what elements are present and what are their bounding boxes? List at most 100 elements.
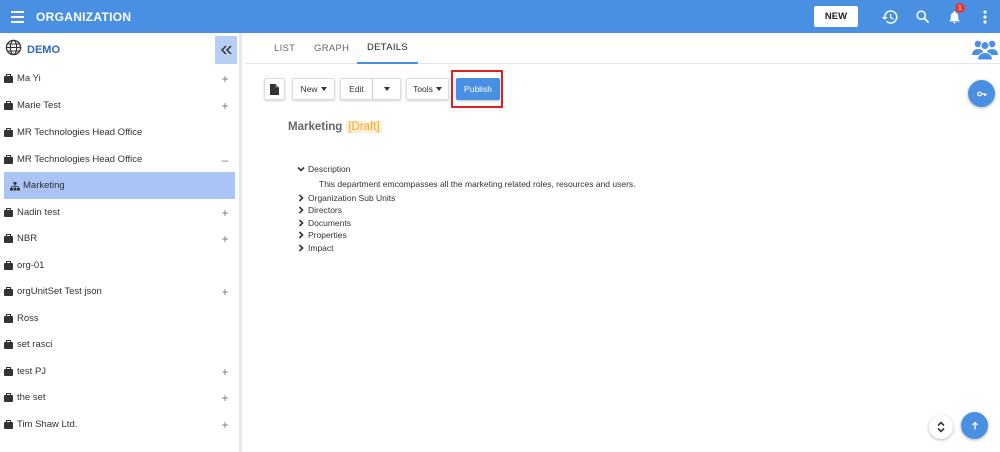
sidebar-header: DEMO [0,33,239,66]
new-label: New [300,84,318,94]
expand-icon[interactable]: + [218,99,232,113]
section-description[interactable]: Description [297,163,636,176]
expand-icon[interactable]: + [218,206,232,220]
bell-icon[interactable]: 1 [938,0,970,33]
tree-item-org-01[interactable]: org-01 [4,252,235,279]
expand-icon[interactable]: + [218,365,232,379]
chevron-down-icon [297,167,305,172]
publish-highlight-box: Publish [451,70,503,108]
section-documents[interactable]: Documents [297,217,636,230]
tree-item-label: orgUnitSet Test json [17,286,102,297]
tree-item-label: Ma Yi [17,73,41,84]
entity-name: Marketing [288,121,343,133]
section-organization-sub-units[interactable]: Organization Sub Units [297,192,636,205]
entity-title: Marketing [Draft] [288,121,382,133]
expand-icon[interactable]: + [218,418,232,432]
section-impact[interactable]: Impact [297,242,636,255]
chevron-right-icon [298,194,304,202]
tree-item-label: Marketing [23,180,65,191]
briefcase-icon [4,260,13,270]
tree-item-label: Tim Shaw Ltd. [17,419,78,430]
hierarchy-icon [10,181,20,190]
tree-item-label: the set [17,392,46,403]
edit-button[interactable]: Edit [340,78,373,100]
tree-item-ross[interactable]: Ross [4,305,235,332]
details-toolbar: New Edit Tools Publish [264,70,503,108]
key-action-button[interactable] [968,80,995,107]
new-dropdown-button[interactable]: New [292,78,335,100]
new-button[interactable]: NEW [814,6,858,27]
tree-item-label: MR Technologies Head Office [17,154,143,165]
briefcase-icon [4,392,13,402]
caret-down-icon [435,87,442,91]
tree-item-test-pj[interactable]: test PJ + [4,358,235,385]
history-icon[interactable] [874,0,906,33]
chevron-right-icon [298,244,304,252]
expand-icon[interactable]: + [218,391,232,405]
tree-item-label: Nadin test [17,207,60,218]
tree-item-nbr[interactable]: NBR + [4,225,235,252]
caret-down-icon [320,87,327,91]
briefcase-icon [4,154,13,164]
scroll-to-top-button[interactable] [961,412,988,439]
chevron-up-down-icon [937,421,945,433]
status-badge: [Draft] [346,121,382,133]
document-icon [270,83,279,95]
expand-icon[interactable]: + [218,72,232,86]
edit-dropdown-toggle[interactable] [373,78,401,100]
tree-item-marie-test[interactable]: Marie Test + [4,92,235,119]
briefcase-icon [4,339,13,349]
tab-graph[interactable]: GRAPH [314,33,349,64]
notification-badge: 1 [955,3,965,13]
section-directors[interactable]: Directors [297,204,636,217]
search-icon[interactable] [906,0,938,33]
main-content: LIST GRAPH DETAILS New Edit Tools Publis… [245,33,1000,452]
tree-item-label: set rasci [17,339,53,350]
document-button[interactable] [264,78,285,100]
tools-label: Tools [413,84,433,94]
description-text: This department emcompasses all the mark… [319,178,636,189]
tree-item-ma-yi[interactable]: Ma Yi + [4,65,235,92]
tree-item-marketing[interactable]: Marketing [4,172,235,199]
menu-icon[interactable] [0,0,34,33]
publish-button[interactable]: Publish [456,78,500,100]
expand-icon[interactable]: + [218,232,232,246]
sidebar: DEMO Ma Yi + Marie Test + MR Technologie… [0,33,242,452]
expand-icon[interactable]: + [218,285,232,299]
chevron-right-icon [298,206,304,214]
briefcase-icon [4,366,13,376]
users-icon[interactable] [972,37,998,61]
section-label: Impact [308,242,334,253]
briefcase-icon [4,419,13,429]
tree-item-orgunitset-test-json[interactable]: orgUnitSet Test json + [4,278,235,305]
tree-item-set-rasci[interactable]: set rasci [4,331,235,358]
tree-item-label: org-01 [17,260,45,271]
briefcase-icon [4,207,13,217]
briefcase-icon [4,73,13,83]
section-label: Documents [308,217,351,228]
tools-dropdown-button[interactable]: Tools [406,78,449,100]
scroll-toggle-button[interactable] [929,415,953,439]
briefcase-icon [4,286,13,296]
workspace-title: DEMO [27,43,60,56]
app-title: ORGANIZATION [36,9,132,24]
tree-item-mr-technologies-1[interactable]: MR Technologies Head Office [4,119,235,146]
key-icon [976,91,987,96]
tab-details[interactable]: DETAILS [357,33,418,64]
tree-item-label: Ross [17,313,39,324]
tree-item-tim-shaw-ltd[interactable]: Tim Shaw Ltd. + [4,411,235,438]
more-vert-icon[interactable] [970,0,1000,33]
tree-item-nadin-test[interactable]: Nadin test + [4,199,235,226]
top-bar-actions: NEW 1 [814,0,1000,33]
tree-item-the-set[interactable]: the set + [4,384,235,411]
double-chevron-left-icon [220,45,232,55]
collapse-sidebar-button[interactable] [215,36,237,64]
section-properties[interactable]: Properties [297,229,636,242]
briefcase-icon [4,313,13,323]
collapse-icon[interactable]: – [218,153,232,167]
detail-sections: Description This department emcompasses … [297,163,636,254]
tree-item-mr-technologies-2[interactable]: MR Technologies Head Office – [4,146,235,173]
briefcase-icon [4,100,13,110]
tab-list[interactable]: LIST [274,33,295,64]
chevron-right-icon [298,231,304,239]
